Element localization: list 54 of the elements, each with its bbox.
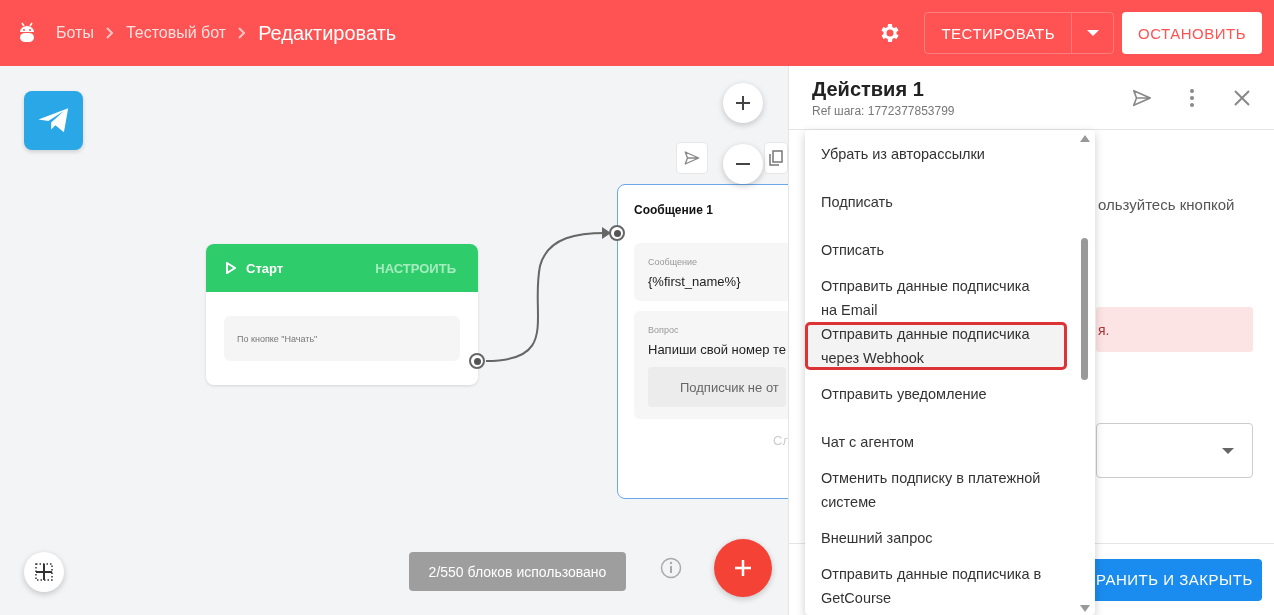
dropdown-item[interactable]: Отправить данные подписчика через Webhook <box>805 322 1067 370</box>
plus-icon <box>734 559 752 577</box>
caret-icon <box>1222 447 1234 454</box>
page-title: Редактировать <box>258 21 397 45</box>
fit-view-button[interactable] <box>24 552 64 592</box>
chevron-icon <box>105 27 114 39</box>
usage-badge: 2/550 блоков использовано <box>409 552 626 591</box>
dropdown-item[interactable]: Отправить данные подписчика на Email <box>805 274 1067 322</box>
add-block-button[interactable] <box>714 539 772 597</box>
play-icon <box>226 262 236 274</box>
dropdown-item[interactable]: Подписать <box>805 178 1067 226</box>
step-ref: Ref шага: 1772377853799 <box>812 104 956 118</box>
dropdown-item[interactable]: Внешний запрос <box>805 514 1067 562</box>
block-label: Сообщение <box>648 257 698 267</box>
chevron-icon <box>238 27 247 39</box>
dropdown-item[interactable]: Отписать <box>805 226 1067 274</box>
input-port[interactable] <box>609 225 625 241</box>
scroll-up-icon[interactable] <box>1080 135 1090 142</box>
dropdown-item[interactable]: Отменить подписку в платежной системе <box>805 466 1067 514</box>
zoom-in-button[interactable] <box>723 83 763 123</box>
grid-icon <box>34 562 54 582</box>
send-icon <box>683 149 701 167</box>
action-select[interactable] <box>1096 423 1253 478</box>
node-title: Старт <box>246 260 285 276</box>
close-icon <box>1234 90 1250 106</box>
block-text: {%first_name%} <box>648 274 742 289</box>
dropdown-item[interactable]: Отправить данные подписчика в GetCourse <box>805 562 1067 610</box>
node-title: Сообщение 1 <box>634 203 714 219</box>
minus-icon <box>735 162 751 166</box>
robot-logo-icon <box>18 22 36 44</box>
telegram-icon[interactable] <box>24 91 83 150</box>
error-alert: я. <box>1096 307 1253 352</box>
send-icon <box>1131 87 1153 109</box>
dropdown-item[interactable]: Отправить уведомление <box>805 370 1067 418</box>
block-text: Напиши свой номер те <box>648 342 786 357</box>
plus-icon <box>735 95 751 111</box>
send-button[interactable] <box>676 142 708 174</box>
dropdown-item[interactable]: Чат с агентом <box>805 418 1067 466</box>
scrollbar-thumb[interactable] <box>1081 238 1088 380</box>
panel-title: Действия 1 <box>812 78 925 101</box>
dropdown-item[interactable]: Убрать из авторассылки <box>805 130 1067 178</box>
copy-icon <box>768 150 784 166</box>
trigger-label: По кнопке "Начать" <box>224 316 460 361</box>
scroll-down-icon[interactable] <box>1080 605 1090 612</box>
hint-text: ользуйтесь кнопкой <box>1098 196 1236 213</box>
output-port[interactable] <box>469 353 485 369</box>
start-node[interactable]: Старт НАСТРОИТЬ По кнопке "Начать" <box>206 244 478 385</box>
info-icon[interactable] <box>660 557 682 579</box>
zoom-out-button[interactable] <box>723 144 763 184</box>
more-icon <box>1190 89 1194 107</box>
answer-button[interactable]: Подписчик не от <box>648 367 786 407</box>
copy-button[interactable] <box>764 142 788 174</box>
caret-icon <box>1086 30 1099 36</box>
block-label: Вопрос <box>648 325 680 335</box>
